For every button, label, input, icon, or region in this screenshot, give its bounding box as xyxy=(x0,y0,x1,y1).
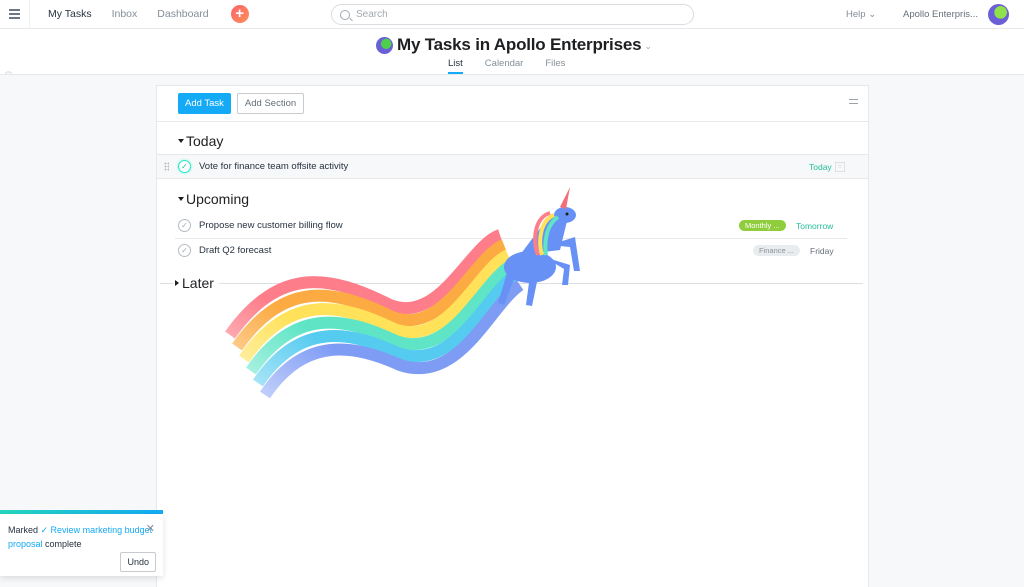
section-upcoming[interactable]: Upcoming xyxy=(178,191,249,207)
search-input[interactable] xyxy=(356,9,676,20)
top-nav-bar: My Tasks Inbox Dashboard + Help ⌄ Apollo… xyxy=(0,0,1024,29)
task-list-panel: Add Task Add Section Today ✓ Vote for fi… xyxy=(157,86,868,587)
caret-down-icon[interactable] xyxy=(178,139,184,143)
project-tag[interactable]: Finance ... xyxy=(753,245,801,256)
task-name[interactable]: Vote for finance team offsite activity xyxy=(199,161,348,172)
tab-files[interactable]: Files xyxy=(545,58,565,69)
nav-my-tasks[interactable]: My Tasks xyxy=(48,8,92,20)
search-icon xyxy=(340,9,350,20)
page-header: My Tasks in Apollo Enterprises ⌄ List Ca… xyxy=(0,29,1024,75)
chevron-down-icon: ⌄ xyxy=(868,9,877,20)
add-task-button[interactable]: Add Task xyxy=(178,93,231,114)
task-row[interactable]: ✓ Vote for finance team offsite activity… xyxy=(157,154,868,179)
user-avatar[interactable] xyxy=(988,4,1009,25)
complete-check-icon[interactable]: ✓ xyxy=(178,219,191,232)
complete-check-icon[interactable]: ✓ xyxy=(178,160,191,173)
tab-calendar[interactable]: Calendar xyxy=(485,58,524,69)
toast-prefix: Marked xyxy=(8,525,41,535)
title-avatar xyxy=(376,36,393,54)
search-bar[interactable] xyxy=(331,4,694,25)
nav-inbox[interactable]: Inbox xyxy=(112,8,138,20)
help-label: Help xyxy=(846,9,866,20)
star-icon[interactable]: ☆ xyxy=(835,161,845,172)
project-tag[interactable]: Monthly ... xyxy=(739,220,786,231)
section-today[interactable]: Today xyxy=(178,133,223,149)
sliders-icon[interactable] xyxy=(849,99,858,108)
add-section-button[interactable]: Add Section xyxy=(236,93,305,114)
due-date[interactable]: Tomorrow xyxy=(796,221,833,231)
caret-down-icon[interactable] xyxy=(178,197,184,201)
task-row[interactable]: ✓ Propose new customer billing flow Mont… xyxy=(157,213,868,238)
task-name[interactable]: Draft Q2 forecast xyxy=(199,245,271,256)
view-tabs: List Calendar Files xyxy=(448,58,587,74)
due-date[interactable]: Today xyxy=(809,162,832,172)
due-date[interactable]: Friday xyxy=(810,246,834,256)
section-title: Later xyxy=(182,275,214,291)
help-menu[interactable]: Help ⌄ xyxy=(846,9,876,20)
section-divider xyxy=(219,283,863,284)
complete-check-icon[interactable]: ✓ xyxy=(178,244,191,257)
task-row[interactable]: ✓ Draft Q2 forecast Finance ... Friday xyxy=(157,238,868,263)
collapse-header-icon[interactable]: ︽ xyxy=(5,66,12,76)
caret-right-icon[interactable] xyxy=(175,280,179,286)
section-later[interactable]: Later xyxy=(175,275,214,291)
quick-add-plus-icon[interactable]: + xyxy=(230,5,249,23)
nav-dashboard[interactable]: Dashboard xyxy=(157,8,208,20)
section-title: Upcoming xyxy=(186,191,250,207)
task-name[interactable]: Propose new customer billing flow xyxy=(199,220,343,231)
section-title: Today xyxy=(186,133,224,149)
chevron-down-icon[interactable]: ⌄ xyxy=(644,41,652,52)
section-divider xyxy=(160,283,173,284)
undo-button[interactable]: Undo xyxy=(120,552,156,572)
page-title: My Tasks in Apollo Enterprises xyxy=(397,35,642,54)
workspace-switcher[interactable]: Apollo Enterpris... xyxy=(903,9,978,20)
tab-list[interactable]: List xyxy=(448,58,463,74)
list-toolbar: Add Task Add Section xyxy=(157,86,868,122)
hamburger-menu-icon[interactable] xyxy=(0,0,30,29)
completion-toast: Marked ✓ Review marketing budget proposa… xyxy=(0,514,163,576)
close-icon[interactable]: ✕ xyxy=(146,522,155,536)
toast-suffix: complete xyxy=(42,539,82,549)
drag-handle-icon[interactable] xyxy=(164,162,169,171)
